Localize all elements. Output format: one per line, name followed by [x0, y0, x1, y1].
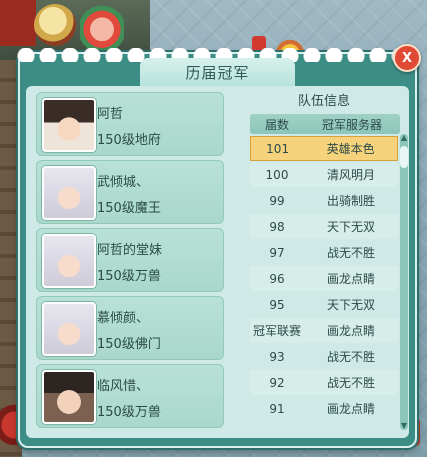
table-rows[interactable]: 101 英雄本色 100 清风明月 99 出骑制胜 98 天下无双 97 战无不… [250, 136, 398, 422]
drum-decoration [34, 4, 76, 46]
table-row[interactable]: 冠军联赛 画龙点睛 [250, 318, 398, 343]
cell-session: 91 [269, 401, 285, 416]
cell-server: 战无不胜 [326, 350, 375, 364]
cell-session: 101 [266, 141, 290, 156]
champion-name: 武倾城、 [97, 175, 150, 190]
table-row[interactable]: 98 天下无双 [250, 214, 398, 239]
table-row[interactable]: 101 英雄本色 [250, 136, 398, 161]
champion-card[interactable]: 阿哲 150级地府 [36, 92, 224, 156]
mascot-decoration [80, 4, 124, 50]
scroll-up-icon[interactable]: ▲ [400, 134, 408, 142]
table-header: 届数 冠军服务器 [250, 114, 400, 134]
cell-server: 画龙点睛 [326, 272, 375, 286]
cell-server: 天下无双 [326, 298, 375, 312]
female-white-hair-avatar [42, 234, 96, 288]
panel-content: 阿哲 150级地府 武倾城、 150级魔王 阿哲的堂妹 150级万兽 慕倾颜、 … [26, 86, 409, 438]
team-info-section: 队伍信息 届数 冠军服务器 101 英雄本色 100 清风明月 99 出骑制胜 [240, 86, 408, 438]
champion-level: 150级万兽 [97, 269, 161, 284]
team-info-title: 队伍信息 [297, 94, 350, 109]
table-row[interactable]: 95 天下无双 [250, 292, 398, 317]
cell-session: 95 [269, 297, 285, 312]
cell-session: 97 [269, 245, 285, 260]
panel-title-tab: 历届冠军 [140, 58, 295, 86]
cell-server: 英雄本色 [326, 142, 375, 156]
cell-session: 92 [269, 375, 285, 390]
cell-server: 战无不胜 [326, 376, 375, 390]
cell-session: 99 [269, 193, 285, 208]
scrollbar-thumb[interactable] [400, 146, 408, 168]
champion-name: 阿哲 [97, 107, 124, 122]
scroll-down-icon[interactable]: ▼ [400, 422, 408, 430]
cell-server: 画龙点睛 [326, 402, 375, 416]
male-dark-hair-avatar [42, 370, 96, 424]
table-row[interactable]: 97 战无不胜 [250, 240, 398, 265]
champion-name: 临风惜、 [97, 379, 150, 394]
cell-session: 冠军联赛 [252, 324, 301, 338]
champion-name: 慕倾颜、 [97, 311, 150, 326]
table-row[interactable]: 96 画龙点睛 [250, 266, 398, 291]
champion-card[interactable]: 临风惜、 150级万兽 [36, 364, 224, 428]
champion-card[interactable]: 慕倾颜、 150级佛门 [36, 296, 224, 360]
cell-session: 100 [265, 167, 289, 182]
background-red-pillar [0, 0, 36, 46]
cell-server: 天下无双 [326, 220, 375, 234]
header-server: 冠军服务器 [321, 117, 382, 132]
cell-server: 清风明月 [326, 168, 375, 182]
male-glasses-avatar [42, 98, 96, 152]
champion-card[interactable]: 阿哲的堂妹 150级万兽 [36, 228, 224, 292]
champion-list[interactable]: 阿哲 150级地府 武倾城、 150级魔王 阿哲的堂妹 150级万兽 慕倾颜、 … [36, 92, 226, 434]
champions-panel: 历届冠军 X 阿哲 150级地府 武倾城、 150级魔王 阿哲的堂妹 150级万… [16, 44, 421, 448]
cell-server: 战无不胜 [326, 246, 375, 260]
champion-level: 150级佛门 [97, 337, 161, 352]
female-white-hair-avatar [42, 166, 96, 220]
close-button[interactable]: X [393, 44, 421, 72]
table-scrollbar[interactable]: ▲ ▼ [400, 134, 408, 430]
cell-server: 出骑制胜 [326, 194, 375, 208]
header-session: 届数 [264, 117, 289, 132]
female-white-hair-avatar [42, 302, 96, 356]
cell-session: 98 [269, 219, 285, 234]
table-row[interactable]: 99 出骑制胜 [250, 188, 398, 213]
champion-name: 阿哲的堂妹 [97, 243, 163, 258]
cell-session: 93 [269, 349, 285, 364]
table-row[interactable]: 100 清风明月 [250, 162, 398, 187]
champion-level: 150级魔王 [97, 201, 161, 216]
champion-card[interactable]: 武倾城、 150级魔王 [36, 160, 224, 224]
table-row[interactable]: 93 战无不胜 [250, 344, 398, 369]
cell-server: 画龙点睛 [326, 324, 375, 338]
table-row[interactable]: 92 战无不胜 [250, 370, 398, 395]
table-row[interactable]: 91 画龙点睛 [250, 396, 398, 421]
cell-session: 96 [269, 271, 285, 286]
champion-level: 150级万兽 [97, 405, 161, 420]
panel-title: 历届冠军 [185, 63, 250, 82]
champion-level: 150级地府 [97, 133, 161, 148]
